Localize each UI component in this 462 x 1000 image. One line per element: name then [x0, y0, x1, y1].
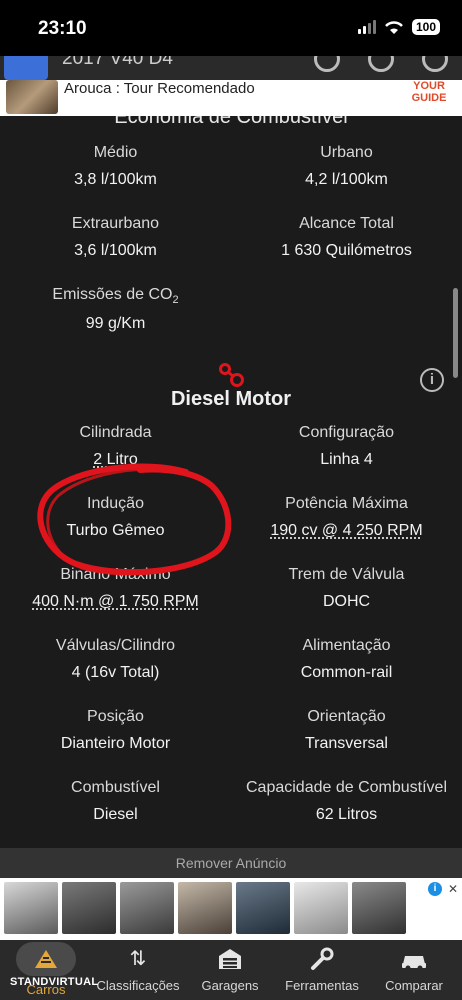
- scrollbar[interactable]: [453, 288, 458, 378]
- app-bar: 2017 V40 D4: [0, 56, 462, 80]
- spec-item: Extraurbano 3,6 l/100km: [0, 215, 231, 260]
- ad-info-icon[interactable]: i: [428, 882, 442, 896]
- tab-garagens[interactable]: Garagens: [184, 946, 276, 993]
- spec-label: Combustível: [71, 779, 160, 796]
- battery-indicator: 100: [411, 19, 440, 35]
- tab-classificacoes[interactable]: ⇅ Classificações: [92, 946, 184, 993]
- spec-label: Médio: [93, 144, 138, 161]
- garage-icon: [219, 949, 241, 969]
- bottom-tab-bar: Carros ⇅ Classificações Garagens Ferrame…: [0, 940, 462, 1000]
- top-ad-banner[interactable]: Arouca : Tour Recomendado YOUR GUIDE: [0, 80, 462, 116]
- ad-photo[interactable]: [120, 882, 174, 934]
- watermark-logo: STANDVIRTUAL: [10, 976, 99, 988]
- spec-value: Transversal: [305, 735, 388, 752]
- status-icons: 100: [357, 19, 440, 35]
- spec-label: Capacidade de Combustível: [245, 779, 447, 796]
- spec-label: Válvulas/Cilindro: [55, 637, 176, 654]
- bottom-ad-strip[interactable]: i ✕: [0, 878, 462, 940]
- fuel-economy-heading: Economia de Combustível: [114, 116, 348, 128]
- spec-value: 4 (16v Total): [71, 664, 160, 681]
- app-logo-icon[interactable]: [4, 56, 48, 80]
- spec-item: Urbano 4,2 l/100km: [231, 144, 462, 189]
- spec-item: Configuração Linha 4: [231, 424, 462, 469]
- tab-comparar[interactable]: Comparar: [368, 946, 460, 993]
- spec-item: Combustível Diesel: [0, 779, 231, 824]
- search-icon[interactable]: [314, 56, 340, 72]
- ad-thumbnail: [6, 80, 58, 114]
- red-circle-annotation: [37, 463, 232, 576]
- tab-carros[interactable]: Carros: [0, 942, 92, 997]
- spec-item: Potência Máxima 190 cv @ 4 250 RPM: [231, 495, 462, 540]
- engine-crankshaft-icon: [219, 363, 244, 387]
- tab-label: Garagens: [201, 978, 259, 993]
- spec-value: 3,6 l/100km: [74, 242, 157, 259]
- spec-value: 62 Litros: [315, 806, 378, 823]
- tab-ferramentas[interactable]: Ferramentas: [276, 946, 368, 993]
- spec-label: Orientação: [307, 708, 386, 725]
- spec-value: 99 g/Km: [85, 315, 146, 333]
- spec-item: Capacidade de Combustível 62 Litros: [231, 779, 462, 824]
- ad-close-icon[interactable]: ✕: [448, 882, 458, 896]
- spec-item: Médio 3,8 l/100km: [0, 144, 231, 189]
- cellular-signal-icon: [357, 20, 376, 34]
- wifi-icon: [385, 21, 403, 34]
- ad-photo[interactable]: [294, 882, 348, 934]
- spec-item: Orientação Transversal: [231, 708, 462, 753]
- spec-label: Trem de Válvula: [288, 566, 405, 583]
- ad-photo[interactable]: [4, 882, 58, 934]
- tab-label: Ferramentas: [285, 978, 359, 993]
- sort-arrows-icon: ⇅: [129, 948, 147, 970]
- ad-photo[interactable]: [178, 882, 232, 934]
- ad-brand-logo: YOUR GUIDE: [411, 80, 447, 104]
- spec-value: Diesel: [93, 806, 138, 823]
- status-time: 23:10: [38, 18, 87, 39]
- engine-section-title: Diesel Motor: [170, 388, 292, 410]
- refresh-icon[interactable]: [422, 56, 448, 72]
- spec-label: Urbano: [320, 144, 373, 161]
- spec-label: Potência Máxima: [285, 495, 408, 512]
- spec-label: Cilindrada: [79, 424, 152, 441]
- spec-value: Linha 4: [320, 451, 373, 468]
- spec-label: Posição: [87, 708, 144, 725]
- ad-text[interactable]: Arouca : Tour Recomendado: [64, 80, 255, 97]
- spec-item: Alimentação Common-rail: [231, 637, 462, 682]
- spec-item: Emissões de CO2 99 g/Km: [0, 286, 231, 333]
- remove-ad-button[interactable]: Remover Anúncio: [0, 848, 462, 878]
- tab-active-pill: [16, 942, 76, 976]
- ad-photo[interactable]: [62, 882, 116, 934]
- spec-value: DOHC: [322, 593, 371, 610]
- wrench-icon: [311, 947, 334, 970]
- spec-value: 4,2 l/100km: [305, 171, 388, 188]
- share-icon[interactable]: [368, 56, 394, 72]
- info-icon[interactable]: i: [420, 368, 444, 392]
- max-power-link[interactable]: 190 cv @ 4 250 RPM: [231, 522, 462, 540]
- status-bar: 23:10 100: [0, 0, 462, 56]
- car-logo-icon: [35, 950, 57, 968]
- app-bar-title: 2017 V40 D4: [62, 56, 173, 69]
- spec-item: Alcance Total 1 630 Quilómetros: [231, 215, 462, 260]
- spec-label: Configuração: [298, 424, 395, 441]
- spec-label: Extraurbano: [71, 215, 160, 232]
- spec-item: Trem de Válvula DOHC: [231, 566, 462, 611]
- spec-item: Válvulas/Cilindro 4 (16v Total): [0, 637, 231, 682]
- ad-photo[interactable]: [236, 882, 290, 934]
- spec-value: Common-rail: [300, 664, 393, 681]
- spec-label: Emissões de CO2: [52, 286, 179, 307]
- spec-item: Posição Dianteiro Motor: [0, 708, 231, 753]
- ad-photo[interactable]: [352, 882, 406, 934]
- tab-label: Classificações: [96, 978, 180, 993]
- spec-label: Alimentação: [302, 637, 391, 654]
- spec-label: Alcance Total: [299, 215, 394, 232]
- spec-value: 1 630 Quilómetros: [281, 242, 412, 259]
- spec-value: Dianteiro Motor: [60, 735, 171, 752]
- compare-cars-icon: [402, 956, 426, 971]
- max-torque-link[interactable]: 400 N·m @ 1 750 RPM: [0, 593, 231, 611]
- specs-content[interactable]: Economia de Combustível Médio 3,8 l/100k…: [0, 116, 462, 848]
- app-bar-actions: [314, 56, 448, 72]
- spec-value: 3,8 l/100km: [74, 171, 157, 188]
- tab-label: Comparar: [385, 978, 443, 993]
